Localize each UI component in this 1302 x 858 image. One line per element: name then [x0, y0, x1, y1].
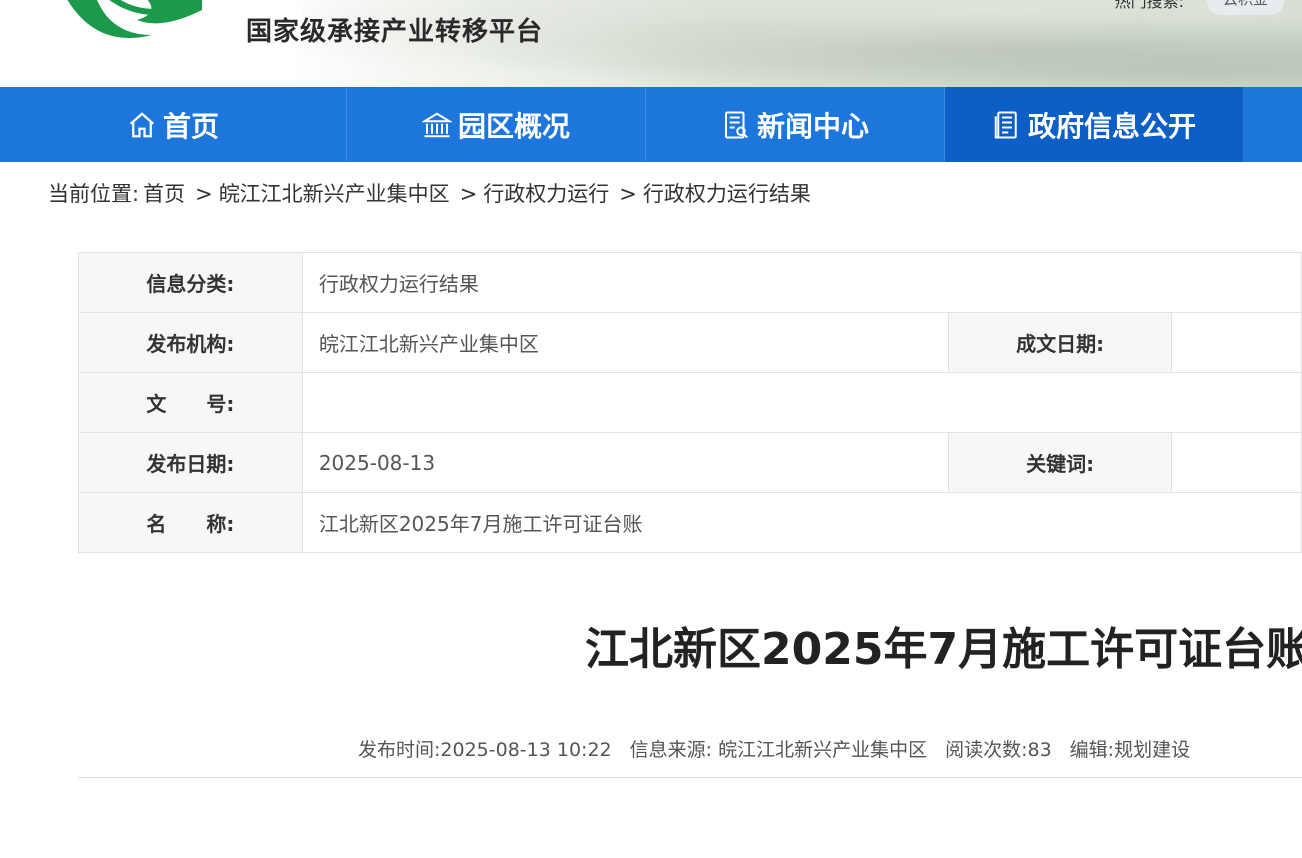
name-value: 江北新区2025年7月施工许可证台账 [301, 492, 1302, 553]
breadcrumb-item-admin-power[interactable]: 行政权力运行 [483, 182, 609, 206]
breadcrumb-item-admin-result[interactable]: 行政权力运行结果 [643, 182, 811, 206]
news-icon [724, 111, 748, 138]
article-title: 江北新区2025年7月施工许可证台账 [585, 624, 1302, 675]
table-row: 名 称: 江北新区2025年7月施工许可证台账 [78, 492, 1302, 553]
hot-search-label: 热门搜索: [1114, 0, 1184, 11]
doc-no-label: 文 号: [78, 372, 303, 433]
divider [78, 777, 1302, 778]
publisher-label: 发布机构: [78, 312, 303, 373]
breadcrumb-separator: > [459, 182, 478, 206]
home-icon [129, 111, 154, 137]
building-icon [421, 112, 452, 137]
nav-spacer [1244, 87, 1302, 162]
keywords-label: 关键词: [948, 432, 1173, 493]
nav-item-label: 政府信息公开 [1027, 109, 1196, 143]
site-header: 国家级承接产业转移平台 热门搜索: 云积金 [0, 0, 1302, 87]
publisher-value: 皖江江北新兴产业集中区 [301, 312, 950, 373]
breadcrumb-item-home[interactable]: 首页 [143, 182, 185, 206]
main-nav: 首页 园区概况 新闻中心 政府信息公开 [0, 87, 1302, 162]
view-count: 阅读次数:83 [945, 739, 1052, 761]
category-label: 信息分类: [78, 252, 303, 313]
document-icon [994, 111, 1017, 138]
breadcrumb-separator: > [195, 182, 213, 206]
category-value: 行政权力运行结果 [301, 252, 1302, 313]
breadcrumb: 当前位置: 首页 > 皖江江北新兴产业集中区 > 行政权力运行 > 行政权力运行结果 [48, 178, 815, 208]
site-logo-icon[interactable] [52, 0, 207, 44]
doc-no-value [301, 372, 1302, 433]
info-source: 信息来源: 皖江江北新兴产业集中区 [629, 739, 928, 761]
editor: 编辑:规划建设 [1069, 739, 1191, 761]
nav-item-gov-info[interactable]: 政府信息公开 [945, 87, 1244, 162]
hot-search-tag[interactable]: 云积金 [1206, 0, 1284, 15]
name-label: 名 称: [78, 492, 303, 553]
breadcrumb-separator: > [619, 182, 637, 206]
table-row: 信息分类: 行政权力运行结果 [78, 252, 1302, 313]
publish-date-label: 发布日期: [78, 432, 303, 493]
table-row: 发布日期: 2025-08-13 关键词: [78, 432, 1302, 493]
keywords-value [1171, 432, 1302, 493]
publish-time: 发布时间:2025-08-13 10:22 [358, 739, 612, 761]
site-slogan: 国家级承接产业转移平台 [246, 17, 544, 47]
nav-item-label: 园区概况 [457, 109, 570, 143]
breadcrumb-prefix: 当前位置: [48, 182, 140, 206]
nav-item-park-overview[interactable]: 园区概况 [347, 87, 646, 162]
breadcrumb-item-zone[interactable]: 皖江江北新兴产业集中区 [219, 182, 450, 206]
info-table: 信息分类: 行政权力运行结果 发布机构: 皖江江北新兴产业集中区 成文日期: 文… [78, 252, 1302, 553]
article-meta: 发布时间:2025-08-13 10:22 信息来源: 皖江江北新兴产业集中区 阅读… [358, 735, 1208, 762]
nav-item-label: 新闻中心 [756, 109, 869, 143]
nav-item-news-center[interactable]: 新闻中心 [646, 87, 945, 162]
table-row: 文 号: [78, 372, 1302, 433]
nav-item-label: 首页 [162, 109, 219, 143]
written-date-label: 成文日期: [948, 312, 1173, 373]
written-date-value [1171, 312, 1302, 373]
table-row: 发布机构: 皖江江北新兴产业集中区 成文日期: [78, 312, 1302, 373]
nav-item-home[interactable]: 首页 [0, 87, 347, 162]
publish-date-value: 2025-08-13 [301, 432, 950, 493]
